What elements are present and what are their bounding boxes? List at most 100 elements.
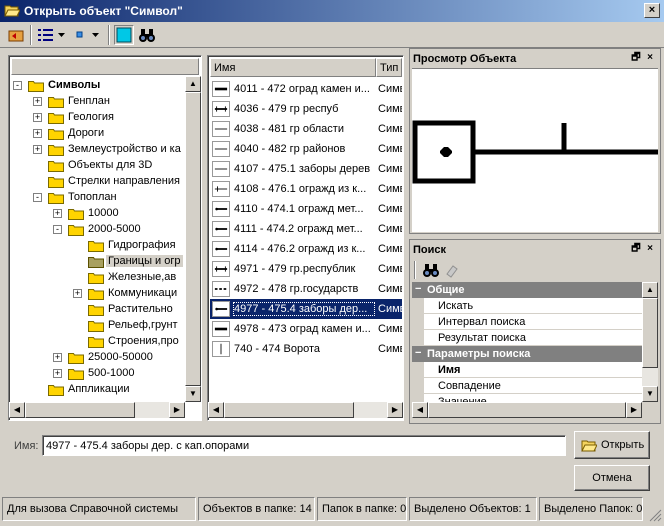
eraser-icon[interactable]: [444, 262, 460, 278]
panel-close-icon[interactable]: ×: [644, 243, 656, 255]
list-item[interactable]: 4110 - 474.1 огражд мет... Симв: [210, 199, 402, 219]
list-item[interactable]: 4107 - 475.1 заборы дерев Симв: [210, 159, 402, 179]
preview-toggle-button[interactable]: [114, 25, 134, 45]
scroll-left-arrow-icon[interactable]: ◀: [412, 402, 428, 418]
tree-item[interactable]: + Геология: [9, 110, 185, 126]
tree-item[interactable]: - Топоплан: [9, 190, 185, 206]
tree-item[interactable]: +10000: [9, 206, 185, 222]
tree-item[interactable]: Границы и огр: [9, 254, 185, 270]
dock-pin-icon[interactable]: 🗗: [630, 243, 642, 255]
tree-item[interactable]: - Символы: [9, 78, 185, 94]
tree-item[interactable]: Рельеф,грунт: [9, 318, 185, 334]
expand-icon[interactable]: +: [53, 353, 62, 362]
scroll-right-arrow-icon[interactable]: ▶: [169, 402, 185, 418]
open-button[interactable]: Открыть: [574, 431, 650, 459]
scroll-down-arrow-icon[interactable]: ▼: [642, 386, 658, 402]
binoculars-icon[interactable]: [422, 262, 440, 278]
property-item[interactable]: Значение: [412, 394, 642, 402]
property-category[interactable]: − Параметры поиска: [412, 346, 642, 362]
tree-item[interactable]: - 2000-5000: [9, 222, 185, 238]
property-category[interactable]: − Общие: [412, 282, 642, 298]
list-horizontal-scrollbar[interactable]: ◀ ▶: [208, 402, 403, 418]
search-properties-grid[interactable]: − Общие Искать Интервал поиска Результат пои…: [412, 282, 642, 402]
small-icon-button[interactable]: [72, 25, 106, 45]
scroll-right-arrow-icon[interactable]: ▶: [387, 402, 403, 418]
tree-item[interactable]: + Дороги: [9, 126, 185, 142]
scroll-right-arrow-icon[interactable]: ▶: [626, 402, 642, 418]
list-item[interactable]: 4038 - 481 гр области Симв: [210, 119, 402, 139]
scroll-thumb[interactable]: [224, 402, 354, 418]
tree-item-label: Землеустройство и ка: [68, 143, 181, 155]
name-input[interactable]: [42, 435, 566, 456]
tree-item[interactable]: Растительно: [9, 302, 185, 318]
tree-item[interactable]: Объекты для 3D: [9, 158, 185, 174]
scroll-thumb[interactable]: [185, 92, 201, 386]
expand-icon[interactable]: +: [33, 113, 42, 122]
collapse-icon[interactable]: -: [53, 225, 62, 234]
list-item[interactable]: 4978 - 473 оград камен и... Симв: [210, 319, 402, 339]
tree-vertical-scrollbar[interactable]: ▲ ▼: [185, 76, 201, 402]
list-item[interactable]: 4108 - 476.1 огражд из к... Симв: [210, 179, 402, 199]
property-item[interactable]: Имя: [412, 362, 642, 378]
list-item[interactable]: 4971 - 479 гр.республик Симв: [210, 259, 402, 279]
column-header-name[interactable]: Имя: [210, 58, 376, 77]
scroll-left-arrow-icon[interactable]: ◀: [208, 402, 224, 418]
tree-item[interactable]: Стрелки направления: [9, 174, 185, 190]
collapse-icon[interactable]: −: [415, 347, 421, 359]
scroll-up-arrow-icon[interactable]: ▲: [642, 282, 658, 298]
list-item[interactable]: 4977 - 475.4 заборы дер...Симв: [210, 299, 402, 319]
folder-tree[interactable]: - Символы + Генплан + Геология + Дороги + Землеус…: [8, 55, 202, 421]
scroll-thumb[interactable]: [642, 298, 658, 368]
collapse-icon[interactable]: −: [415, 283, 421, 295]
property-item[interactable]: Интервал поиска: [412, 314, 642, 330]
tree-item[interactable]: + Землеустройство и ка: [9, 142, 185, 158]
folder-up-button[interactable]: [6, 25, 26, 45]
scroll-thumb[interactable]: [25, 402, 135, 418]
close-button[interactable]: ×: [644, 3, 660, 18]
open-folder-icon: [4, 5, 20, 17]
dock-pin-icon[interactable]: 🗗: [630, 52, 642, 64]
search-vertical-scrollbar[interactable]: ▲ ▼: [642, 282, 658, 402]
panel-close-icon[interactable]: ×: [644, 52, 656, 64]
expand-icon[interactable]: +: [53, 209, 62, 218]
expand-icon[interactable]: +: [33, 129, 42, 138]
list-item[interactable]: 4111 - 474.2 огражд мет... Симв: [210, 219, 402, 239]
property-item[interactable]: Совпадение: [412, 378, 642, 394]
list-item[interactable]: 4114 - 476.2 огражд из к... Симв: [210, 239, 402, 259]
list-item[interactable]: 4036 - 479 гр респуб Симв: [210, 99, 402, 119]
scroll-down-arrow-icon[interactable]: ▼: [185, 386, 201, 402]
cancel-button[interactable]: Отмена: [574, 465, 650, 491]
tree-item[interactable]: +500-1000: [9, 366, 185, 382]
find-button[interactable]: [137, 25, 157, 45]
collapse-icon[interactable]: -: [33, 193, 42, 202]
open-button-label: Открыть: [601, 439, 645, 451]
object-list[interactable]: Имя Тип 4011 - 472 оград камен и...Симв4…: [207, 55, 404, 421]
search-horizontal-scrollbar[interactable]: ◀ ▶: [412, 402, 642, 418]
tree-item[interactable]: Строения,про: [9, 334, 185, 350]
scroll-up-arrow-icon[interactable]: ▲: [185, 76, 201, 92]
scroll-thumb[interactable]: [428, 402, 626, 418]
column-header-type[interactable]: Тип: [376, 58, 402, 77]
expand-icon[interactable]: +: [53, 369, 62, 378]
expand-icon[interactable]: +: [33, 145, 42, 154]
view-mode-button[interactable]: [36, 25, 70, 45]
property-item[interactable]: Искать: [412, 298, 642, 314]
list-item[interactable]: 4040 - 482 гр районов Симв: [210, 139, 402, 159]
tree-item[interactable]: + Генплан: [9, 94, 185, 110]
tree-item[interactable]: Аппликации: [9, 382, 185, 398]
list-item[interactable]: 740 - 474 Ворота Симв: [210, 339, 402, 359]
list-item[interactable]: 4972 - 478 гр.государств Симв: [210, 279, 402, 299]
property-item[interactable]: Результат поиска: [412, 330, 642, 346]
expand-icon[interactable]: +: [33, 97, 42, 106]
scroll-left-arrow-icon[interactable]: ◀: [9, 402, 25, 418]
search-panel-title: Поиск: [413, 244, 447, 256]
expand-icon[interactable]: +: [73, 289, 82, 298]
tree-item[interactable]: Железные,ав: [9, 270, 185, 286]
resize-grip-icon[interactable]: [648, 508, 662, 522]
tree-item[interactable]: + Коммуникаци: [9, 286, 185, 302]
tree-item[interactable]: +25000-50000: [9, 350, 185, 366]
tree-horizontal-scrollbar[interactable]: ◀ ▶: [9, 402, 185, 418]
collapse-icon[interactable]: -: [13, 81, 22, 90]
tree-item[interactable]: Гидрография: [9, 238, 185, 254]
list-item[interactable]: 4011 - 472 оград камен и... Симв: [210, 79, 402, 99]
